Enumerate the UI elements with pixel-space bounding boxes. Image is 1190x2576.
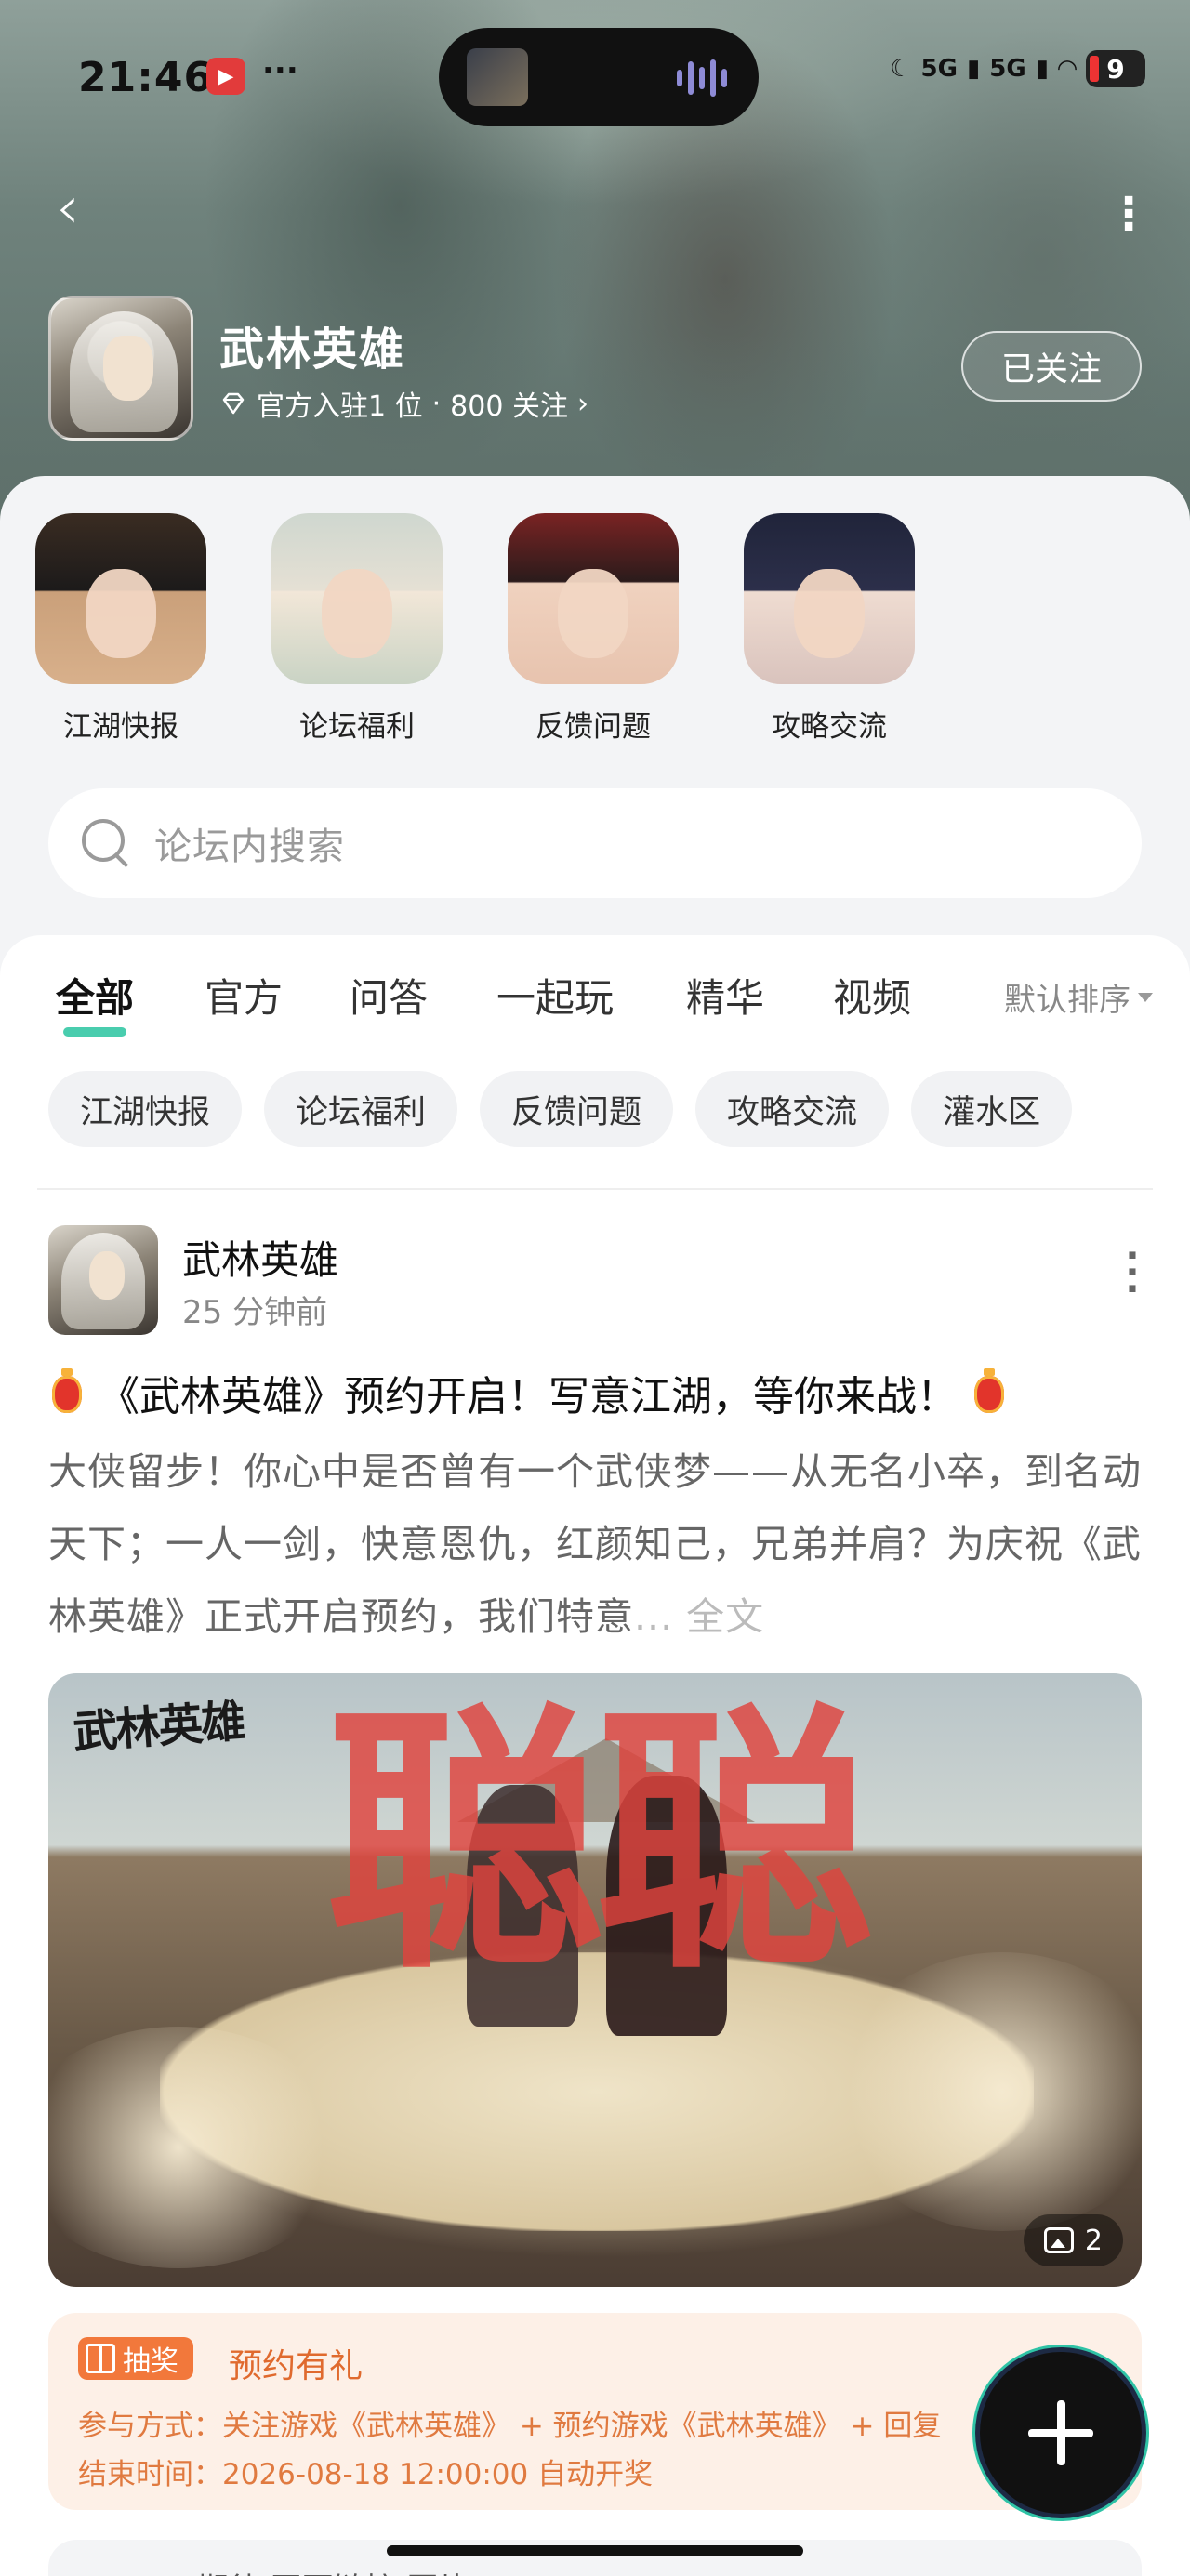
forum-title: 武林英雄: [219, 324, 406, 376]
chevron-right-icon: ›: [576, 387, 588, 420]
dynamic-island[interactable]: [439, 28, 759, 126]
status-time: 21:46: [78, 54, 214, 101]
wifi-icon: ◠: [1058, 55, 1077, 83]
signal-bars-icon: ▮: [966, 55, 981, 83]
status-bar: 21:46 ▶ ··· ☾ 5G ▮ 5G ▮ ◠ 9: [0, 0, 1190, 158]
tab-qa[interactable]: 问答: [350, 967, 428, 1024]
quick-link-image: [271, 513, 443, 684]
quick-link-guides[interactable]: 攻略交流: [736, 513, 922, 745]
lottery-tag: 抽奖: [78, 2337, 193, 2380]
lantern-icon: [48, 1368, 86, 1417]
more-notifications-icon: ···: [262, 52, 298, 89]
official-count: 官方入驻1 位: [257, 390, 423, 423]
next-post-text: 期待 网页链接 图片: [197, 2564, 470, 2576]
quick-links: 江湖快报 论坛福利 反馈问题 攻略交流: [0, 513, 1190, 755]
follower-count: 800 关注: [450, 390, 568, 423]
tab-featured[interactable]: 精华: [686, 967, 764, 1024]
image-watermark: 聪聪: [325, 1682, 874, 2006]
moon-icon: ☾: [890, 55, 912, 83]
sub-category-chips: 江湖快报 论坛福利 反馈问题 攻略交流 灌水区: [48, 1071, 1073, 1147]
quick-link-image: [508, 513, 679, 684]
search-placeholder: 论坛内搜索: [154, 826, 345, 868]
tab-play-together[interactable]: 一起玩: [496, 967, 614, 1024]
quick-link-welfare[interactable]: 论坛福利: [264, 513, 450, 745]
post-timestamp: 25 分钟前: [182, 1294, 328, 1331]
tab-video[interactable]: 视频: [833, 967, 911, 1024]
chip-feedback[interactable]: 反馈问题: [480, 1071, 674, 1147]
lottery-participation: 参与方式：关注游戏《武林英雄》 + 预约游戏《武林英雄》 + 回复: [78, 2410, 942, 2443]
author-avatar[interactable]: [48, 1225, 158, 1335]
sort-label: 默认排序: [1004, 982, 1130, 1019]
back-icon[interactable]: ‹: [56, 178, 102, 242]
signal-bars-icon-2: ▮: [1035, 55, 1049, 83]
chip-news[interactable]: 江湖快报: [48, 1071, 243, 1147]
lantern-icon: [971, 1368, 1008, 1417]
more-options-icon[interactable]: ⋮: [1106, 186, 1151, 242]
signal-5g-icon: 5G: [920, 55, 958, 83]
post-more-icon[interactable]: · · ·: [1123, 1237, 1142, 1308]
image-count: 2: [1084, 2224, 1103, 2257]
lottery-title: 预约有礼: [229, 2347, 364, 2385]
signal-5g-icon-2: 5G: [989, 55, 1026, 83]
video-app-notification-icon: ▶: [206, 58, 245, 95]
media-thumbnail: [467, 48, 528, 106]
lottery-end-time: 结束时间：2026-08-18 12:00:00 自动开奖: [78, 2458, 654, 2491]
gift-icon: [86, 2344, 115, 2373]
forum-sheet: 江湖快报 论坛福利 反馈问题 攻略交流 论坛内搜索 全部 官方 问答 一起玩 精…: [0, 476, 1190, 2576]
post-excerpt[interactable]: 大侠留步！你心中是否曾有一个武侠梦——从无名小卒，到名动天下；一人一剑，快意恩仇…: [48, 1435, 1142, 1653]
forum-meta[interactable]: 官方入驻1 位 · 800 关注 ›: [219, 383, 588, 424]
follow-button[interactable]: 已关注: [961, 331, 1142, 402]
tab-official[interactable]: 官方: [205, 967, 283, 1024]
post-title[interactable]: 《武林英雄》预约开启！写意江湖，等你来战！: [48, 1363, 1142, 1422]
post-author[interactable]: 武林英雄: [182, 1229, 338, 1286]
audio-wave-icon: [677, 59, 729, 97]
quick-link-label: 反馈问题: [536, 710, 651, 744]
read-more-link[interactable]: ... 全文: [634, 1594, 764, 1639]
meta-separator: ·: [431, 387, 442, 420]
create-post-button[interactable]: [980, 2352, 1142, 2514]
caret-down-icon: [1138, 992, 1153, 1002]
post-title-text: 《武林英雄》预约开启！写意江湖，等你来战！: [99, 1373, 958, 1420]
system-icons: ☾ 5G ▮ 5G ▮ ◠ 9: [890, 50, 1145, 87]
home-indicator[interactable]: [387, 2545, 803, 2556]
search-input[interactable]: 论坛内搜索: [48, 788, 1142, 898]
quick-link-news[interactable]: 江湖快报: [28, 513, 214, 745]
lottery-card[interactable]: 抽奖 预约有礼 参与方式：关注游戏《武林英雄》 + 预约游戏《武林英雄》 + 回…: [48, 2313, 1142, 2510]
diamond-icon: [222, 392, 245, 415]
plus-icon: [1028, 2400, 1093, 2465]
chip-chat[interactable]: 灌水区: [911, 1071, 1073, 1147]
forum-avatar[interactable]: [48, 296, 193, 441]
quick-link-image: [744, 513, 915, 684]
post-image[interactable]: 武林英雄 聪聪 2: [48, 1673, 1142, 2287]
chip-guides[interactable]: 攻略交流: [695, 1071, 890, 1147]
search-icon: [80, 817, 132, 869]
post-excerpt-text: 大侠留步！你心中是否曾有一个武侠梦——从无名小卒，到名动天下；一人一剑，快意恩仇…: [48, 1449, 1142, 1639]
quick-link-feedback[interactable]: 反馈问题: [500, 513, 686, 745]
quick-link-label: 攻略交流: [772, 710, 887, 744]
quick-link-image: [35, 513, 206, 684]
post-feed: 全部 官方 问答 一起玩 精华 视频 默认排序 江湖快报 论坛福利 反馈问题 攻…: [0, 935, 1190, 2576]
battery-icon: 9: [1086, 50, 1145, 87]
chip-welfare[interactable]: 论坛福利: [264, 1071, 458, 1147]
tab-all[interactable]: 全部: [56, 967, 134, 1037]
sort-dropdown[interactable]: 默认排序: [1004, 974, 1153, 1020]
gallery-icon: [1043, 2227, 1074, 2253]
lottery-tag-label: 抽奖: [123, 2345, 178, 2378]
divider: [37, 1188, 1153, 1190]
image-count-badge: 2: [1023, 2214, 1123, 2266]
category-tabs: 全部 官方 问答 一起玩 精华 视频 默认排序: [0, 967, 1190, 1041]
quick-link-label: 论坛福利: [299, 710, 415, 744]
quick-link-label: 江湖快报: [63, 710, 178, 744]
